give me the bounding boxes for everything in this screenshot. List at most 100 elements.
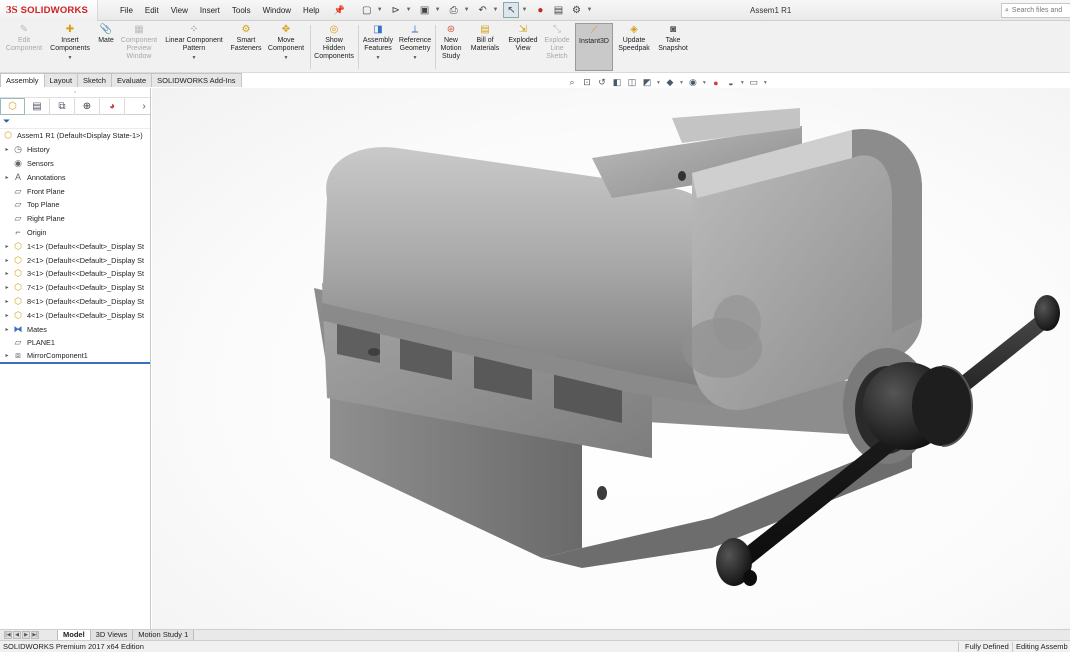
view-orientation-icon[interactable]: ◩: [641, 77, 653, 89]
instant3d-button[interactable]: ⟋ Instant3D: [575, 23, 613, 71]
hide-show-items-icon[interactable]: ◉: [687, 77, 699, 89]
bill-of-materials-button[interactable]: ▤ Bill of Materials: [468, 23, 502, 53]
expand-arrow-icon[interactable]: ▸: [2, 146, 12, 153]
chevron-down-icon[interactable]: ▼: [493, 7, 499, 13]
expand-arrow-icon[interactable]: ▸: [2, 326, 12, 333]
zoom-to-fit-icon[interactable]: ⌕: [566, 77, 578, 89]
tab-motion-study-1[interactable]: Motion Study 1: [132, 629, 195, 641]
tab-model[interactable]: Model: [57, 629, 91, 641]
chevron-down-icon[interactable]: ▼: [192, 54, 197, 62]
menu-edit[interactable]: Edit: [139, 0, 165, 21]
menu-view[interactable]: View: [165, 0, 194, 21]
display-style-icon[interactable]: ◆: [664, 77, 676, 89]
last-tab-arrow-icon[interactable]: ▶|: [31, 631, 39, 639]
menu-insert[interactable]: Insert: [194, 0, 226, 21]
chevron-down-icon[interactable]: ▼: [413, 54, 418, 62]
update-speedpak-button[interactable]: ◈ Update Speedpak: [616, 23, 652, 53]
search-input[interactable]: ⌕ Search files and: [1001, 3, 1070, 18]
expand-arrow-icon[interactable]: ▸: [2, 312, 12, 319]
menu-help[interactable]: Help: [297, 0, 325, 21]
expand-arrow-icon[interactable]: ▸: [2, 174, 12, 181]
undo-icon[interactable]: ↶: [475, 2, 491, 18]
tree-item[interactable]: ⌐ Origin: [0, 226, 150, 240]
tree-item[interactable]: ▸ ⬡ 2<1> (Default<<Default>_Display St: [0, 253, 150, 267]
expand-arrow-icon[interactable]: ▸: [2, 284, 12, 291]
solidworks-logo[interactable]: 3S SOLIDWORKS: [0, 0, 98, 21]
bench-vise-model[interactable]: [152, 88, 1070, 640]
tree-item[interactable]: ▸ ⬡ 8<1> (Default<<Default>_Display St: [0, 295, 150, 309]
chevron-down-icon[interactable]: ▼: [68, 54, 73, 62]
tree-item[interactable]: ▸ ⧓ Mates: [0, 322, 150, 336]
component-preview-button[interactable]: ▦ Component Preview Window: [119, 23, 159, 61]
tab-solidworks-add-ins[interactable]: SOLIDWORKS Add-Ins: [151, 73, 242, 87]
tree-item[interactable]: ▸ ⧈ MirrorComponent1: [0, 350, 150, 364]
dynamic-annotation-icon[interactable]: ◫: [626, 77, 638, 89]
chevron-down-icon[interactable]: ▼: [435, 7, 441, 13]
print-icon[interactable]: ⎙: [446, 2, 462, 18]
pin-icon[interactable]: 📌: [334, 5, 345, 16]
explode-line-sketch-button[interactable]: ⤡ Explode Line Sketch: [542, 23, 572, 61]
expand-arrow-icon[interactable]: ▸: [2, 257, 12, 264]
tab-layout[interactable]: Layout: [43, 73, 79, 87]
move-component-button[interactable]: ✥ Move Component ▼: [265, 23, 307, 62]
tab-evaluate[interactable]: Evaluate: [110, 73, 153, 87]
chevron-down-icon[interactable]: ▼: [376, 54, 381, 62]
new-motion-study-button[interactable]: ⊛ New Motion Study: [437, 23, 465, 61]
dimxpert-manager-icon[interactable]: ⊕: [75, 98, 100, 115]
tree-item[interactable]: ▸ ⬡ 1<1> (Default<<Default>_Display St: [0, 239, 150, 253]
chevron-down-icon[interactable]: ▼: [586, 7, 592, 13]
tree-item[interactable]: ▱ Top Plane: [0, 198, 150, 212]
menu-tools[interactable]: Tools: [226, 0, 257, 21]
file-properties-icon[interactable]: ▤: [550, 2, 566, 18]
tree-item[interactable]: ▸ ⬡ 4<1> (Default<<Default>_Display St: [0, 308, 150, 322]
tree-item[interactable]: ▱ Front Plane: [0, 184, 150, 198]
view-settings-icon[interactable]: ▭: [748, 77, 760, 89]
next-tab-arrow-icon[interactable]: ▶: [22, 631, 30, 639]
tab-sketch[interactable]: Sketch: [77, 73, 112, 87]
smart-fasteners-button[interactable]: ⚙ Smart Fasteners: [229, 23, 263, 53]
filter-funnel-icon[interactable]: ⏷: [3, 116, 10, 127]
show-hidden-components-button[interactable]: ◎ Show Hidden Components: [312, 23, 356, 61]
expand-arrow-icon[interactable]: ▸: [2, 298, 12, 305]
first-tab-arrow-icon[interactable]: |◀: [4, 631, 12, 639]
menu-window[interactable]: Window: [257, 0, 297, 21]
assembly-features-button[interactable]: ◨ Assembly Features ▼: [360, 23, 396, 62]
configuration-manager-icon[interactable]: ⧉: [50, 98, 75, 115]
rebuild-traffic-light-icon[interactable]: ●: [532, 2, 548, 18]
take-snapshot-button[interactable]: ◙ Take Snapshot: [655, 23, 691, 53]
tree-root-assembly[interactable]: ⬡ Assem1 R1 (Default<Display State-1>): [0, 129, 150, 143]
chevron-down-icon[interactable]: ▼: [763, 80, 768, 86]
tab-assembly[interactable]: Assembly: [0, 73, 45, 87]
tree-item[interactable]: ▸ A Annotations: [0, 170, 150, 184]
feature-manager-tree-icon[interactable]: ⬡: [0, 98, 25, 115]
exploded-view-button[interactable]: ⇲ Exploded View: [505, 23, 541, 53]
new-document-icon[interactable]: ▢: [359, 2, 375, 18]
insert-components-button[interactable]: ✚ Insert Components ▼: [47, 23, 93, 62]
tree-item[interactable]: ▸ ⬡ 3<1> (Default<<Default>_Display St: [0, 267, 150, 281]
graphics-area[interactable]: [152, 88, 1070, 640]
apply-scene-icon[interactable]: ◒: [725, 77, 737, 89]
chevron-down-icon[interactable]: ▼: [656, 80, 661, 86]
chevron-down-icon[interactable]: ▼: [377, 7, 383, 13]
tab-3d-views[interactable]: 3D Views: [89, 629, 134, 641]
chevron-down-icon[interactable]: ▼: [702, 80, 707, 86]
save-icon[interactable]: ▣: [417, 2, 433, 18]
edit-component-button[interactable]: ✎ Edit Component: [5, 23, 43, 53]
display-manager-icon[interactable]: ◕: [100, 98, 125, 115]
previous-view-icon[interactable]: ↺: [596, 77, 608, 89]
chevron-down-icon[interactable]: ▼: [464, 7, 470, 13]
chevron-down-icon[interactable]: ▼: [740, 80, 745, 86]
tree-item[interactable]: ▱ Right Plane: [0, 212, 150, 226]
menu-file[interactable]: File: [114, 0, 139, 21]
prev-tab-arrow-icon[interactable]: ◀: [13, 631, 21, 639]
chevron-down-icon[interactable]: ▼: [284, 54, 289, 62]
edit-appearance-icon[interactable]: ●: [710, 77, 722, 89]
chevron-down-icon[interactable]: ▼: [406, 7, 412, 13]
expand-arrow-icon[interactable]: ▸: [2, 352, 12, 359]
tree-item[interactable]: ▱ PLANE1: [0, 336, 150, 350]
pane-grip[interactable]: ◦: [0, 88, 150, 97]
section-view-icon[interactable]: ◧: [611, 77, 623, 89]
reference-geometry-button[interactable]: ⟂ Reference Geometry ▼: [397, 23, 433, 62]
mate-button[interactable]: 📎 Mate: [95, 23, 117, 45]
chevron-down-icon[interactable]: ▼: [679, 80, 684, 86]
